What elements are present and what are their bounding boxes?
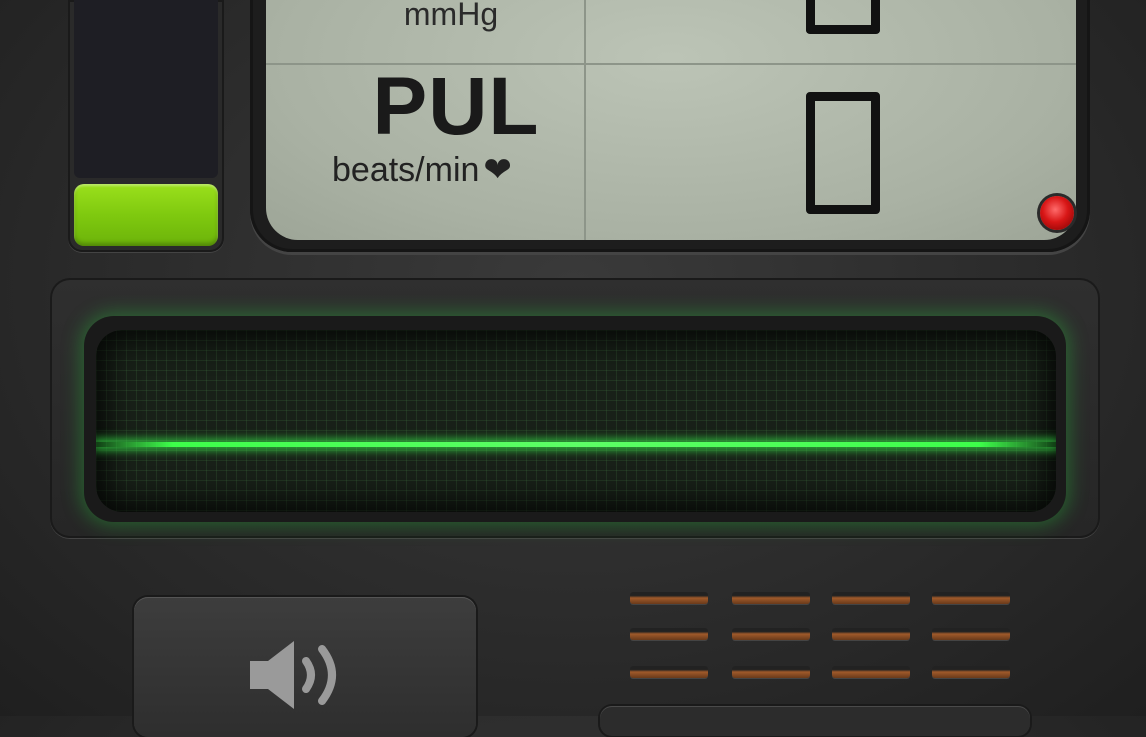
grille-slot [630, 592, 708, 604]
heart-icon: ❤ [483, 151, 512, 189]
speaker-icon [250, 641, 336, 709]
left-indicator-panel [68, 0, 224, 252]
grille-slot [932, 666, 1010, 678]
pulse-label: PUL [372, 61, 540, 152]
scope-trace-line [96, 442, 1056, 447]
lcd-divider-vertical [584, 0, 586, 240]
status-led-green [74, 184, 218, 246]
pulse-value-digit [806, 92, 880, 214]
grille-slot [932, 592, 1010, 604]
pressure-unit-label: mmHg [403, 0, 499, 32]
pulse-unit-label: beats/min ❤ [332, 150, 572, 190]
bottom-action-button[interactable] [600, 706, 1030, 736]
grille-slot [832, 592, 910, 604]
grille-slot [832, 666, 910, 678]
lcd-display: mmHg PUL beats/min ❤ [266, 0, 1076, 240]
pulse-unit-text: beats/min [332, 151, 480, 189]
pressure-value-digit [806, 0, 880, 34]
grille-slot [832, 628, 910, 640]
grille-slot [732, 628, 810, 640]
sound-button[interactable] [134, 597, 476, 737]
grille-slot [630, 628, 708, 640]
grille-slot [932, 628, 1010, 640]
alert-led-red [1040, 196, 1074, 230]
grille-slot [732, 592, 810, 604]
grille-slot [630, 666, 708, 678]
grille-slot [732, 666, 810, 678]
scope-screen [96, 330, 1056, 512]
indicator-slot [74, 0, 218, 178]
